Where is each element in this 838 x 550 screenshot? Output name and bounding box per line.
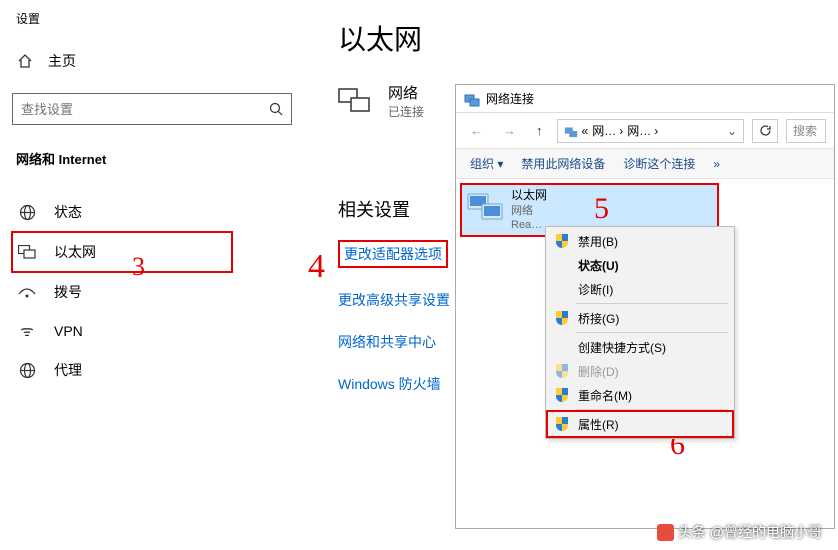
settings-sidebar: 设置 主页 网络和 Internet 状态 以太网 拨号 ᯤ VPN xyxy=(0,0,310,550)
context-menu: 禁用(B) 状态(U) 诊断(I) 桥接(G) 创建快捷方式(S) 删除(D) … xyxy=(545,226,735,439)
nav-vpn[interactable]: ᯤ VPN xyxy=(12,312,298,350)
nav-label: 代理 xyxy=(54,360,82,380)
ctx-delete: 删除(D) xyxy=(548,359,732,383)
shield-icon xyxy=(554,387,570,403)
nav-proxy[interactable]: 代理 xyxy=(12,350,298,390)
adapter-driver: Rea… xyxy=(511,218,547,232)
disable-device-button[interactable]: 禁用此网络设备 xyxy=(521,155,605,172)
shield-icon xyxy=(554,310,570,326)
forward-button[interactable]: → xyxy=(497,121,522,140)
network-icon xyxy=(338,88,372,114)
ctx-disable[interactable]: 禁用(B) xyxy=(548,229,732,253)
home-icon xyxy=(16,52,34,70)
settings-title: 设置 xyxy=(12,8,298,45)
window-titlebar[interactable]: 网络连接 xyxy=(456,85,834,113)
window-title: 网络连接 xyxy=(486,90,534,107)
adapter-network: 网络 xyxy=(511,204,547,218)
home-button[interactable]: 主页 xyxy=(12,45,298,77)
ctx-bridge[interactable]: 桥接(G) xyxy=(548,306,732,330)
network-status: 已连接 xyxy=(388,103,424,120)
organize-menu[interactable]: 组织 ▾ xyxy=(470,155,503,172)
section-heading: 网络和 Internet xyxy=(12,145,298,172)
separator xyxy=(576,303,728,304)
nav-ethernet[interactable]: 以太网 xyxy=(12,232,232,272)
separator xyxy=(576,332,728,333)
network-name: 网络 xyxy=(388,82,424,103)
nav-label: 拨号 xyxy=(54,282,82,302)
breadcrumb[interactable]: « 网…› 网…› ⌄ xyxy=(557,119,745,143)
ctx-shortcut[interactable]: 创建快捷方式(S) xyxy=(548,335,732,359)
nav-label: 以太网 xyxy=(54,242,96,262)
toutiao-logo-icon xyxy=(657,524,674,541)
home-label: 主页 xyxy=(48,51,76,71)
up-button[interactable]: ↑ xyxy=(530,121,549,140)
toolbar-overflow[interactable]: » xyxy=(713,157,720,171)
watermark: 头条 @曾经的电脑小哥 xyxy=(657,522,822,542)
adapter-icon xyxy=(465,188,505,226)
dialup-icon xyxy=(18,283,36,301)
nav-dialup[interactable]: 拨号 xyxy=(12,272,298,312)
nav-status[interactable]: 状态 xyxy=(12,192,298,232)
shield-icon xyxy=(554,363,570,379)
window-icon xyxy=(464,91,480,107)
nav-label: 状态 xyxy=(54,202,82,222)
adapter-name: 以太网 xyxy=(511,188,547,204)
ethernet-icon xyxy=(18,243,36,261)
back-button[interactable]: ← xyxy=(464,121,489,140)
search-box[interactable]: 搜索 xyxy=(786,119,826,143)
annotation-4: 4 xyxy=(308,248,325,286)
vpn-icon: ᯤ xyxy=(18,322,36,340)
ctx-rename[interactable]: 重命名(M) xyxy=(548,383,732,407)
search-icon xyxy=(269,102,283,116)
ctx-status[interactable]: 状态(U) xyxy=(548,253,732,277)
page-title: 以太网 xyxy=(338,18,518,58)
nav-label: VPN xyxy=(54,323,83,339)
toolbar: 组织 ▾ 禁用此网络设备 诊断这个连接 » xyxy=(456,149,834,179)
diagnose-button[interactable]: 诊断这个连接 xyxy=(623,155,695,172)
search-input-wrap[interactable] xyxy=(12,93,292,125)
shield-icon xyxy=(554,416,570,432)
separator xyxy=(576,409,728,410)
ctx-diagnose[interactable]: 诊断(I) xyxy=(548,277,732,301)
ctx-properties[interactable]: 属性(R) xyxy=(548,412,732,436)
proxy-icon xyxy=(18,361,36,379)
search-input[interactable] xyxy=(21,102,269,117)
status-icon xyxy=(18,203,36,221)
nav-bar: ← → ↑ « 网…› 网…› ⌄ 搜索 xyxy=(456,113,834,149)
refresh-button[interactable] xyxy=(752,119,778,143)
shield-icon xyxy=(554,233,570,249)
